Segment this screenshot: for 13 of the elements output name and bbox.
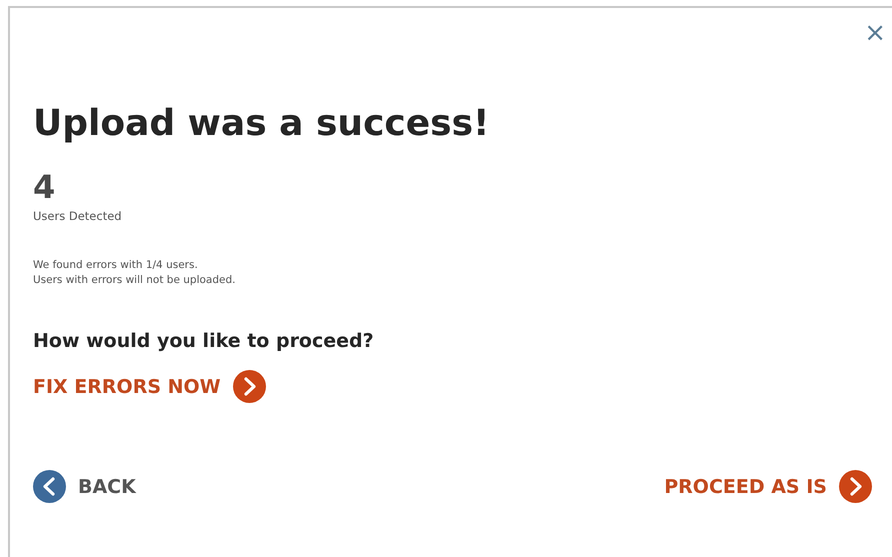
count-label: Users Detected (33, 209, 122, 224)
back-button[interactable]: BACK (33, 470, 136, 504)
proceed-button[interactable]: PROCEED AS IS (664, 470, 872, 504)
question-text: How would you like to proceed? (33, 330, 374, 352)
user-count: 4 (33, 171, 56, 204)
right-chevron-icon (232, 370, 266, 404)
error-message: We found errors with 1/4 users. (33, 259, 198, 272)
left-chevron-icon (33, 470, 66, 504)
right-chevron-icon (839, 470, 872, 504)
dialog-title: Upload was a success! (33, 102, 490, 146)
fix-errors-button[interactable]: FIX ERRORS NOW (33, 370, 266, 404)
close-button[interactable]: × (864, 20, 886, 46)
error-message: Users with errors will not be uploaded. (33, 274, 236, 286)
